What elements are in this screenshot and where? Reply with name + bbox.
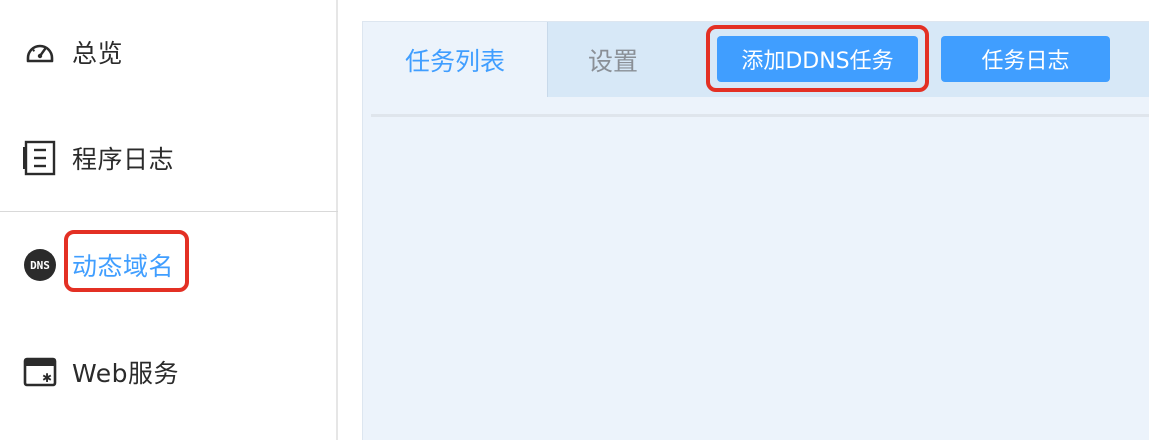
- task-log-button[interactable]: 任务日志: [941, 36, 1110, 82]
- add-ddns-task-button[interactable]: 添加DDNS任务: [717, 36, 918, 82]
- main-panel: 任务列表 设置 添加DDNS任务 任务日志: [362, 21, 1149, 440]
- sidebar-item-overview[interactable]: 总览: [0, 22, 338, 82]
- sidebar: 总览 程序日志 DNS 动态域名 ✱ Web服务: [0, 0, 338, 440]
- sidebar-divider: [0, 211, 338, 212]
- tab-settings[interactable]: 设置: [548, 22, 678, 97]
- tab-task-list[interactable]: 任务列表: [363, 22, 548, 97]
- web-service-icon: ✱: [22, 354, 58, 390]
- dns-icon: DNS: [22, 247, 58, 283]
- svg-text:✱: ✱: [42, 371, 52, 385]
- sidebar-item-label: Web服务: [72, 359, 180, 388]
- dashboard-icon: [22, 34, 58, 70]
- log-document-icon: [22, 140, 58, 176]
- app-window: 总览 程序日志 DNS 动态域名 ✱ Web服务 任务列表 设置 添加DDNS任…: [0, 0, 1149, 440]
- tab-bar: 任务列表 设置 添加DDNS任务 任务日志: [363, 22, 1149, 97]
- svg-text:DNS: DNS: [30, 259, 50, 272]
- highlight-box-ddns: [64, 230, 189, 292]
- sidebar-item-web-service[interactable]: ✱ Web服务: [0, 342, 338, 402]
- sidebar-item-program-log[interactable]: 程序日志: [0, 128, 338, 188]
- content-divider: [371, 114, 1149, 117]
- sidebar-item-label: 程序日志: [72, 145, 175, 174]
- sidebar-item-label: 总览: [72, 39, 124, 68]
